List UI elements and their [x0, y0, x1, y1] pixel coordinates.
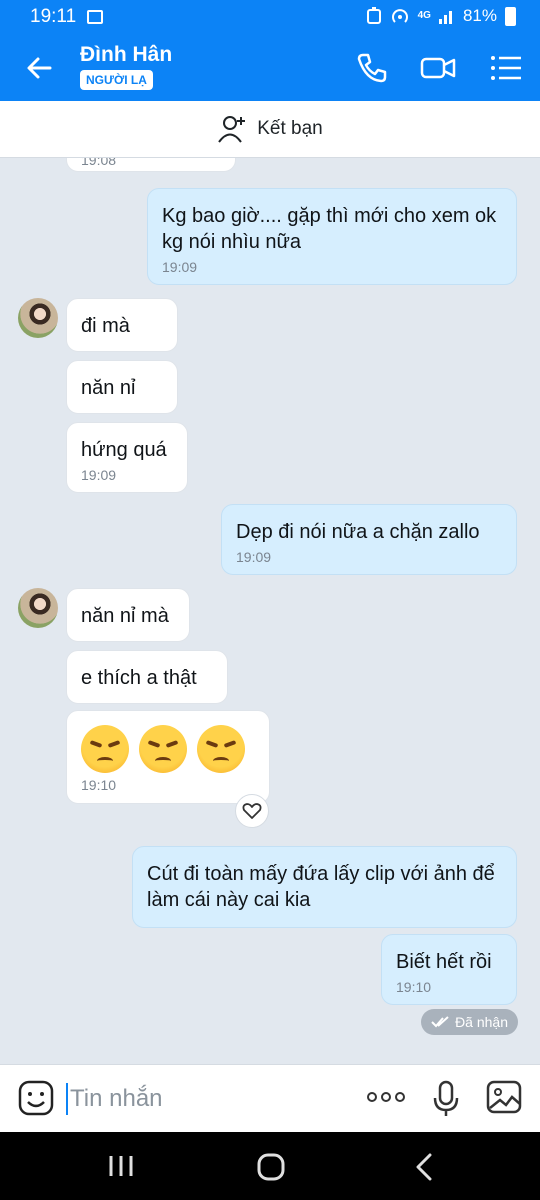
contact-name[interactable]: Đình Hân: [80, 43, 172, 67]
message-bubble-incoming[interactable]: đi mà: [66, 298, 178, 352]
status-time: 19:11: [30, 6, 77, 27]
message-bubble-outgoing[interactable]: Cút đi toàn mấy đứa lấy clip với ảnh để …: [132, 846, 517, 928]
text-cursor: [66, 1083, 68, 1115]
delivery-status-label: Đã nhận: [455, 1014, 508, 1030]
home-icon[interactable]: [257, 1153, 285, 1181]
hotspot-icon: [391, 9, 408, 23]
message-time: 19:08: [81, 158, 117, 168]
message-composer: Tin nhắn: [0, 1064, 540, 1132]
message-time: 19:10: [81, 777, 117, 793]
heart-icon: [242, 803, 262, 819]
more-options-icon[interactable]: [366, 1089, 406, 1105]
message-bubble-incoming[interactable]: hứng quá 19:09: [66, 422, 188, 493]
contact-avatar[interactable]: [18, 298, 58, 338]
signal-icon: [438, 11, 452, 24]
recent-apps-icon[interactable]: [108, 1154, 134, 1178]
status-bar: 19:11 4G 81%: [0, 0, 540, 34]
menu-list-icon[interactable]: [488, 50, 524, 86]
system-navigation-bar: [0, 1132, 540, 1200]
message-input[interactable]: Tin nhắn: [70, 1085, 163, 1113]
angry-crying-emoji-icon: [139, 725, 187, 773]
message-text: Kg bao giờ.... gặp thì mới cho xem ok kg…: [162, 205, 497, 253]
message-bubble-incoming[interactable]: năn nỉ mà: [66, 588, 190, 642]
microphone-icon[interactable]: [432, 1080, 460, 1118]
message-text: hứng quá: [81, 439, 167, 461]
message-time: 19:09: [236, 549, 272, 565]
angry-crying-emoji-icon: [197, 725, 245, 773]
message-bubble-incoming[interactable]: 19:10: [66, 710, 270, 804]
react-heart-button[interactable]: [235, 794, 269, 828]
back-arrow-icon[interactable]: [20, 48, 60, 88]
gallery-notification-icon: [87, 10, 103, 24]
network-type: 4G: [417, 10, 431, 21]
phone-call-icon[interactable]: [354, 50, 390, 86]
delivery-status-badge: Đã nhận: [421, 1009, 518, 1035]
double-check-icon: [431, 1016, 449, 1028]
message-text: Cút đi toàn mấy đứa lấy clip với ảnh để …: [147, 863, 495, 911]
back-nav-icon[interactable]: [414, 1153, 434, 1181]
message-bubble-incoming[interactable]: 19:08: [66, 158, 236, 172]
message-time: 19:10: [396, 979, 432, 995]
message-text: Dẹp đi nói nữa a chặn zallo: [236, 521, 480, 543]
angry-crying-emoji-icon: [81, 725, 129, 773]
message-time: 19:09: [81, 467, 117, 483]
image-gallery-icon[interactable]: [486, 1080, 522, 1114]
message-text: năn nỉ mà: [81, 605, 169, 627]
message-text: đi mà: [81, 315, 130, 337]
message-text: e thích a thật: [81, 667, 197, 689]
battery-icon: [505, 6, 516, 26]
message-bubble-outgoing[interactable]: Kg bao giờ.... gặp thì mới cho xem ok kg…: [147, 188, 517, 285]
message-bubble-outgoing[interactable]: Dẹp đi nói nữa a chặn zallo 19:09: [221, 504, 517, 575]
add-friend-bar[interactable]: Kết bạn: [0, 101, 540, 158]
video-call-icon[interactable]: [420, 50, 456, 86]
emoji-row: [81, 725, 255, 773]
alarm-icon: [366, 7, 381, 24]
sticker-emoji-icon[interactable]: [18, 1080, 54, 1116]
message-bubble-incoming[interactable]: e thích a thật: [66, 650, 228, 704]
status-icons: 4G 81%: [366, 6, 516, 26]
contact-avatar[interactable]: [18, 588, 58, 628]
message-list[interactable]: 19:08 Kg bao giờ.... gặp thì mới cho xem…: [0, 158, 540, 1064]
message-text: Biết hết rồi: [396, 951, 492, 973]
stranger-badge: NGƯỜI LẠ: [80, 70, 153, 90]
message-text: năn nỉ: [81, 377, 136, 399]
battery-percent: 81%: [462, 6, 497, 25]
message-bubble-incoming[interactable]: năn nỉ: [66, 360, 178, 414]
add-friend-label: Kết bạn: [257, 118, 323, 139]
add-friend-icon: [218, 116, 246, 143]
message-bubble-outgoing[interactable]: Biết hết rồi 19:10: [381, 934, 517, 1005]
chat-header: Đình Hân NGƯỜI LẠ: [0, 34, 540, 101]
message-time: 19:09: [162, 259, 198, 275]
